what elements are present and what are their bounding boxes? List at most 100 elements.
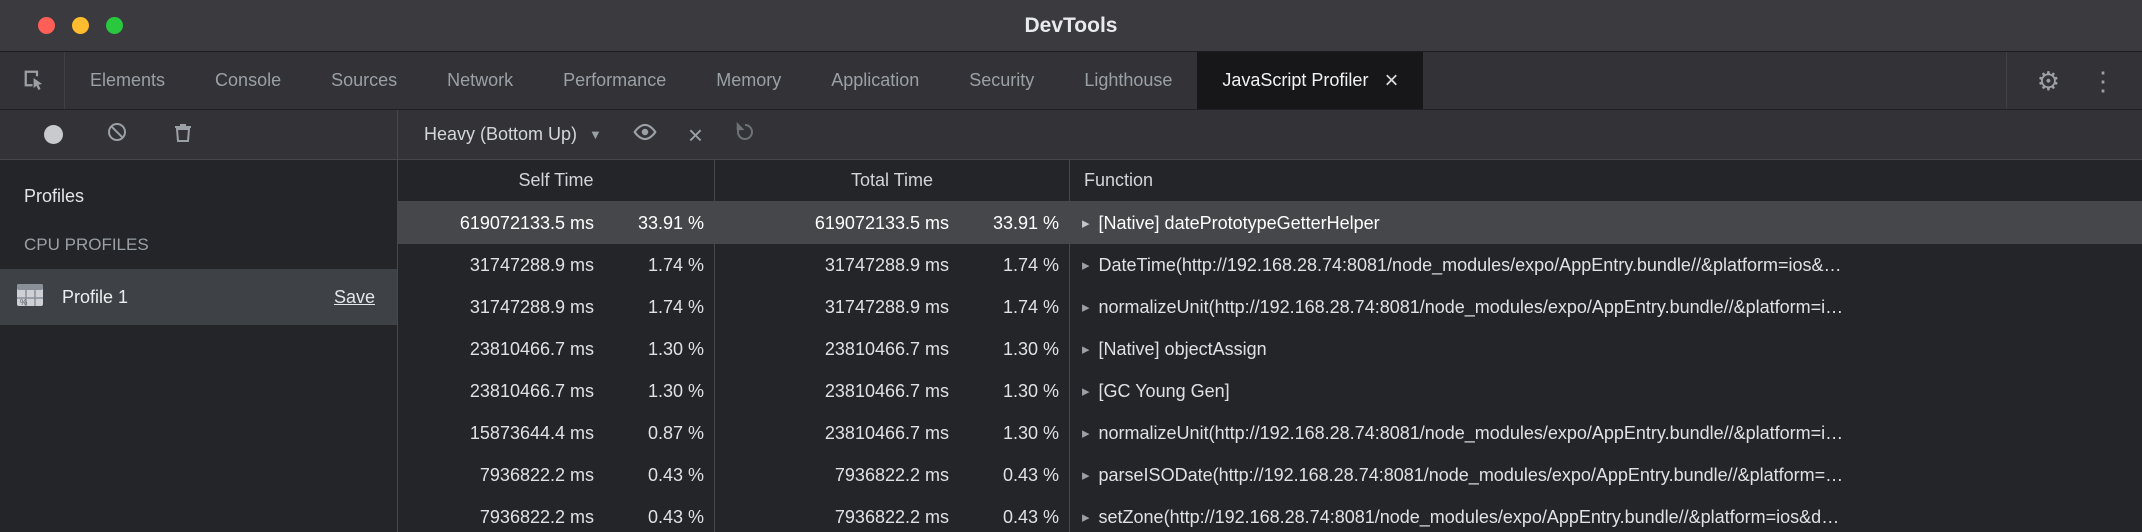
self-time-cell: 23810466.7 ms 1.30 % (398, 370, 715, 412)
total-time-ms: 31747288.9 ms (715, 255, 949, 276)
table-row[interactable]: 31747288.9 ms 1.74 % 31747288.9 ms 1.74 … (398, 286, 2142, 328)
total-time-pct: 0.43 % (949, 465, 1059, 486)
profile-table-icon: % (14, 281, 46, 314)
self-time-ms: 31747288.9 ms (398, 255, 594, 276)
record-button[interactable] (44, 125, 63, 144)
tab-javascript-profiler[interactable]: JavaScript Profiler × (1197, 52, 1423, 109)
svg-text:%: % (20, 298, 27, 307)
inspect-element-button[interactable] (0, 52, 65, 109)
profiles-sidebar: Profiles CPU PROFILES % Profile 1 Save (0, 160, 398, 532)
exclude-clear-icon[interactable]: × (688, 122, 703, 148)
self-time-ms: 619072133.5 ms (398, 213, 594, 234)
self-time-ms: 7936822.2 ms (398, 507, 594, 528)
table-row[interactable]: 7936822.2 ms 0.43 % 7936822.2 ms 0.43 % … (398, 454, 2142, 496)
total-time-pct: 1.74 % (949, 297, 1059, 318)
close-window-button[interactable] (38, 17, 55, 34)
total-time-pct: 1.30 % (949, 339, 1059, 360)
total-time-cell: 7936822.2 ms 0.43 % (715, 496, 1070, 532)
function-name: normalizeUnit(http://192.168.28.74:8081/… (1099, 423, 1844, 444)
total-time-pct: 1.30 % (949, 381, 1059, 402)
self-time-cell: 7936822.2 ms 0.43 % (398, 454, 715, 496)
column-header-function[interactable]: Function (1070, 160, 2142, 201)
tab-lighthouse[interactable]: Lighthouse (1059, 52, 1197, 109)
function-name: normalizeUnit(http://192.168.28.74:8081/… (1099, 297, 1844, 318)
expand-arrow-icon[interactable]: ▸ (1082, 508, 1090, 526)
focus-eye-icon[interactable] (632, 119, 658, 150)
self-time-ms: 15873644.4 ms (398, 423, 594, 444)
self-time-pct: 0.43 % (594, 465, 704, 486)
total-time-pct: 0.43 % (949, 507, 1059, 528)
inspect-cursor-icon (19, 65, 46, 97)
table-row[interactable]: 7936822.2 ms 0.43 % 7936822.2 ms 0.43 % … (398, 496, 2142, 532)
zoom-window-button[interactable] (106, 17, 123, 34)
expand-arrow-icon[interactable]: ▸ (1082, 466, 1090, 484)
total-time-ms: 7936822.2 ms (715, 465, 949, 486)
profiler-table: Self Time Total Time Function 619072133.… (398, 160, 2142, 532)
self-time-pct: 0.43 % (594, 507, 704, 528)
profiler-content: Profiles CPU PROFILES % Profile 1 Save S… (0, 160, 2142, 532)
tab-elements[interactable]: Elements (65, 52, 190, 109)
column-header-total-time[interactable]: Total Time (715, 160, 1070, 201)
expand-arrow-icon[interactable]: ▸ (1082, 382, 1090, 400)
profile-view-select[interactable]: Heavy (Bottom Up) ▼ (424, 124, 602, 145)
table-row[interactable]: 23810466.7 ms 1.30 % 23810466.7 ms 1.30 … (398, 370, 2142, 412)
tab-close-icon[interactable]: × (1384, 69, 1398, 93)
expand-arrow-icon[interactable]: ▸ (1082, 424, 1090, 442)
sidebar-item-profile-1[interactable]: % Profile 1 Save (0, 269, 397, 325)
total-time-ms: 23810466.7 ms (715, 339, 949, 360)
tab-label: Application (831, 70, 919, 91)
total-time-cell: 31747288.9 ms 1.74 % (715, 244, 1070, 286)
self-time-ms: 23810466.7 ms (398, 339, 594, 360)
window-titlebar: DevTools (0, 0, 2142, 52)
table-row[interactable]: 619072133.5 ms 33.91 % 619072133.5 ms 33… (398, 202, 2142, 244)
self-time-ms: 7936822.2 ms (398, 465, 594, 486)
total-time-cell: 31747288.9 ms 1.74 % (715, 286, 1070, 328)
self-time-cell: 31747288.9 ms 1.74 % (398, 286, 715, 328)
expand-arrow-icon[interactable]: ▸ (1082, 214, 1090, 232)
tab-security[interactable]: Security (944, 52, 1059, 109)
table-row[interactable]: 23810466.7 ms 1.30 % 23810466.7 ms 1.30 … (398, 328, 2142, 370)
total-time-ms: 23810466.7 ms (715, 381, 949, 402)
tab-label: Elements (90, 70, 165, 91)
tab-console[interactable]: Console (190, 52, 306, 109)
tab-memory[interactable]: Memory (691, 52, 806, 109)
total-time-ms: 31747288.9 ms (715, 297, 949, 318)
save-profile-link[interactable]: Save (334, 287, 375, 308)
self-time-pct: 33.91 % (594, 213, 704, 234)
column-header-self-time[interactable]: Self Time (398, 160, 715, 201)
expand-arrow-icon[interactable]: ▸ (1082, 298, 1090, 316)
self-time-pct: 1.30 % (594, 339, 704, 360)
self-time-ms: 31747288.9 ms (398, 297, 594, 318)
tab-network[interactable]: Network (422, 52, 538, 109)
function-name: DateTime(http://192.168.28.74:8081/node_… (1099, 255, 1842, 276)
minimize-window-button[interactable] (72, 17, 89, 34)
expand-arrow-icon[interactable]: ▸ (1082, 256, 1090, 274)
self-time-cell: 7936822.2 ms 0.43 % (398, 496, 715, 532)
table-body: 619072133.5 ms 33.91 % 619072133.5 ms 33… (398, 202, 2142, 532)
tab-performance[interactable]: Performance (538, 52, 691, 109)
total-time-pct: 1.74 % (949, 255, 1059, 276)
delete-profile-trash-icon[interactable] (171, 120, 195, 149)
function-cell: ▸ DateTime(http://192.168.28.74:8081/nod… (1070, 244, 2142, 286)
table-row[interactable]: 15873644.4 ms 0.87 % 23810466.7 ms 1.30 … (398, 412, 2142, 454)
total-time-pct: 1.30 % (949, 423, 1059, 444)
table-row[interactable]: 31747288.9 ms 1.74 % 31747288.9 ms 1.74 … (398, 244, 2142, 286)
expand-arrow-icon[interactable]: ▸ (1082, 340, 1090, 358)
function-cell: ▸ [GC Young Gen] (1070, 370, 2142, 412)
self-time-cell: 15873644.4 ms 0.87 % (398, 412, 715, 454)
tab-sources[interactable]: Sources (306, 52, 422, 109)
tab-label: Sources (331, 70, 397, 91)
total-time-ms: 7936822.2 ms (715, 507, 949, 528)
total-time-cell: 619072133.5 ms 33.91 % (715, 202, 1070, 244)
tab-application[interactable]: Application (806, 52, 944, 109)
profile-item-label: Profile 1 (62, 287, 128, 308)
function-name: [Native] datePrototypeGetterHelper (1099, 213, 1380, 234)
more-options-icon[interactable]: ⋮ (2090, 68, 2116, 94)
self-time-ms: 23810466.7 ms (398, 381, 594, 402)
table-header-row: Self Time Total Time Function (398, 160, 2142, 202)
clear-all-profiles-button[interactable] (105, 120, 129, 149)
settings-gear-icon[interactable]: ⚙ (2037, 68, 2060, 94)
refresh-icon[interactable] (733, 120, 757, 149)
function-name: [GC Young Gen] (1099, 381, 1230, 402)
total-time-ms: 23810466.7 ms (715, 423, 949, 444)
